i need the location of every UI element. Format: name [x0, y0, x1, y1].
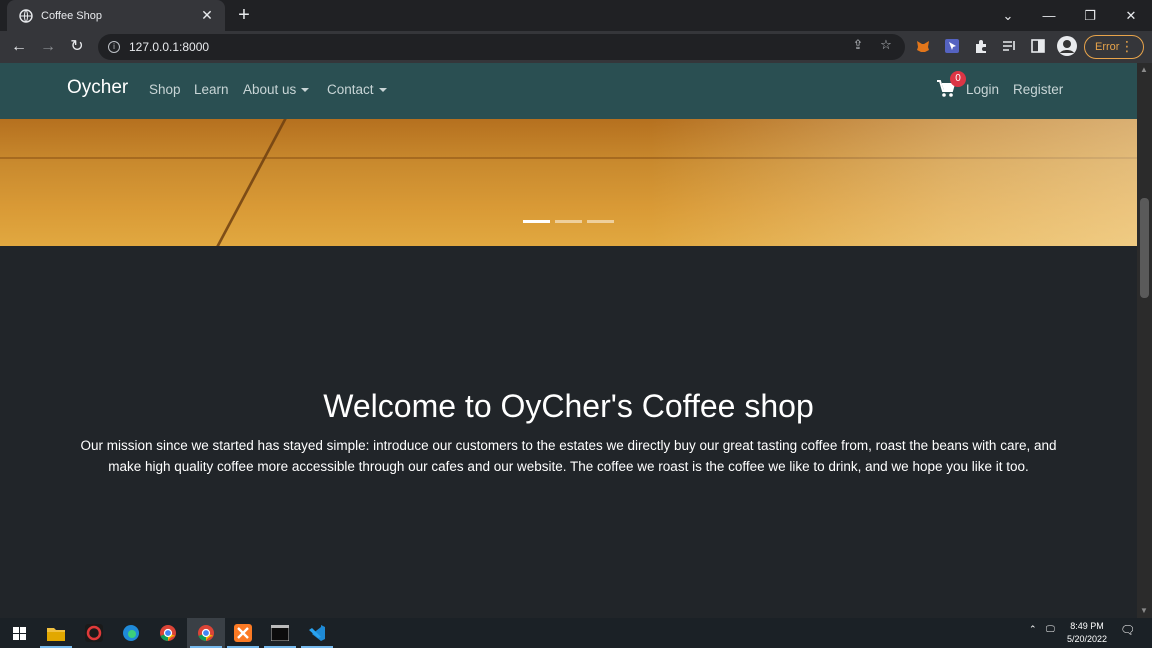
site-info-icon[interactable]: i — [108, 41, 120, 53]
brand-logo[interactable]: Oycher — [67, 77, 128, 99]
tab-strip: Coffee Shop ✕ + ⌄ — ❐ ✕ — [0, 0, 1152, 31]
tab-search-icon[interactable]: ⌄ — [988, 0, 1028, 31]
nav-register-link[interactable]: Register — [1013, 82, 1063, 97]
mission-text: Our mission since we started has stayed … — [75, 436, 1062, 477]
taskbar-vscode[interactable] — [298, 618, 336, 648]
taskbar-chrome[interactable] — [149, 618, 187, 648]
close-tab-icon[interactable]: ✕ — [199, 7, 215, 24]
nav-contact-dropdown[interactable]: Contact — [327, 82, 387, 97]
carousel-indicator[interactable] — [555, 220, 582, 223]
taskbar-file-explorer[interactable] — [37, 618, 75, 648]
scroll-thumb[interactable] — [1140, 198, 1149, 298]
reload-button[interactable]: ↻ — [67, 37, 87, 57]
cart-count-badge: 0 — [950, 71, 966, 87]
carousel-indicator[interactable] — [523, 220, 550, 223]
nav-contact-label: Contact — [327, 82, 374, 97]
globe-icon — [19, 8, 33, 23]
tray-chevron-up-icon[interactable]: ⌃ — [1029, 624, 1037, 635]
nav-about-label: About us — [243, 82, 297, 97]
welcome-heading: Welcome to OyCher's Coffee shop — [323, 388, 814, 424]
nav-about-dropdown[interactable]: About us — [243, 82, 310, 97]
more-menu-icon[interactable]: ⋮ — [1120, 38, 1134, 54]
taskbar-terminal[interactable] — [261, 618, 299, 648]
xampp-icon — [234, 624, 252, 642]
chrome-icon — [160, 625, 176, 642]
scroll-up-icon[interactable]: ▲ — [1140, 65, 1148, 74]
mission-line: make high quality coffee more accessible… — [108, 458, 1029, 474]
edge-icon — [123, 625, 139, 641]
network-icon[interactable]: 🖵 — [1046, 624, 1055, 635]
extensions-puzzle-icon[interactable] — [973, 38, 989, 54]
page-scrollbar[interactable]: ▲ ▼ — [1137, 63, 1152, 618]
notification-icon[interactable]: 🗨 — [1120, 623, 1135, 637]
carousel-indicator[interactable] — [587, 220, 614, 223]
caret-down-icon — [378, 88, 387, 93]
extension-cursor-icon[interactable] — [944, 38, 960, 54]
wood-crack — [216, 119, 287, 246]
taskbar-clock[interactable]: 8:49 PM 5/20/2022 — [1060, 620, 1114, 646]
caret-down-icon — [301, 88, 310, 93]
clock-date: 5/20/2022 — [1066, 634, 1108, 644]
chrome-icon — [198, 625, 214, 642]
nav-login-link[interactable]: Login — [966, 82, 999, 97]
clock-time: 8:49 PM — [1070, 621, 1104, 631]
site-navbar: Oycher Shop Learn About us Contact 0 Log… — [0, 63, 1137, 119]
profile-error-button[interactable]: Error ⋮ — [1084, 35, 1144, 59]
reading-list-icon[interactable] — [1001, 38, 1017, 54]
taskbar-xampp[interactable] — [224, 618, 262, 648]
folder-icon — [47, 627, 65, 641]
minimize-button[interactable]: — — [1029, 0, 1069, 31]
tab-title: Coffee Shop — [41, 9, 102, 22]
light-sheen — [650, 119, 1137, 246]
restore-button[interactable]: ❐ — [1070, 0, 1110, 31]
nav-shop-link[interactable]: Shop — [149, 82, 181, 97]
taskbar-app-red[interactable] — [75, 618, 113, 648]
tab-coffee-shop[interactable]: Coffee Shop ✕ — [7, 0, 225, 31]
side-panel-icon[interactable] — [1030, 38, 1046, 54]
terminal-icon — [271, 625, 289, 641]
vscode-icon — [309, 625, 325, 641]
taskbar-edge[interactable] — [112, 618, 150, 648]
error-label: Error — [1095, 41, 1120, 53]
windows-logo-icon — [12, 626, 26, 640]
windows-taskbar: ⌃ 🖵 8:49 PM 5/20/2022 🗨 — [0, 618, 1152, 648]
start-button[interactable] — [0, 618, 38, 648]
taskbar-chrome-active[interactable] — [187, 618, 225, 648]
nav-learn-link[interactable]: Learn — [194, 82, 229, 97]
back-button[interactable]: ← — [9, 37, 29, 57]
metamask-extension-icon[interactable] — [915, 38, 931, 54]
scroll-down-icon[interactable]: ▼ — [1140, 606, 1148, 615]
app-red-icon — [85, 624, 103, 642]
hero-carousel — [0, 119, 1137, 246]
close-window-button[interactable]: ✕ — [1111, 0, 1151, 31]
forward-button[interactable]: → — [38, 37, 58, 57]
address-bar[interactable]: i 127.0.0.1:8000 — [98, 34, 905, 60]
page-viewport: Oycher Shop Learn About us Contact 0 Log… — [0, 63, 1137, 618]
mission-line: Our mission since we started has stayed … — [80, 438, 1057, 453]
url-text: 127.0.0.1:8000 — [129, 40, 210, 54]
profile-avatar[interactable] — [1057, 36, 1077, 56]
new-tab-button[interactable]: + — [234, 5, 254, 25]
share-icon[interactable]: ⇪ — [849, 36, 867, 54]
bookmark-star-icon[interactable]: ☆ — [877, 36, 895, 54]
